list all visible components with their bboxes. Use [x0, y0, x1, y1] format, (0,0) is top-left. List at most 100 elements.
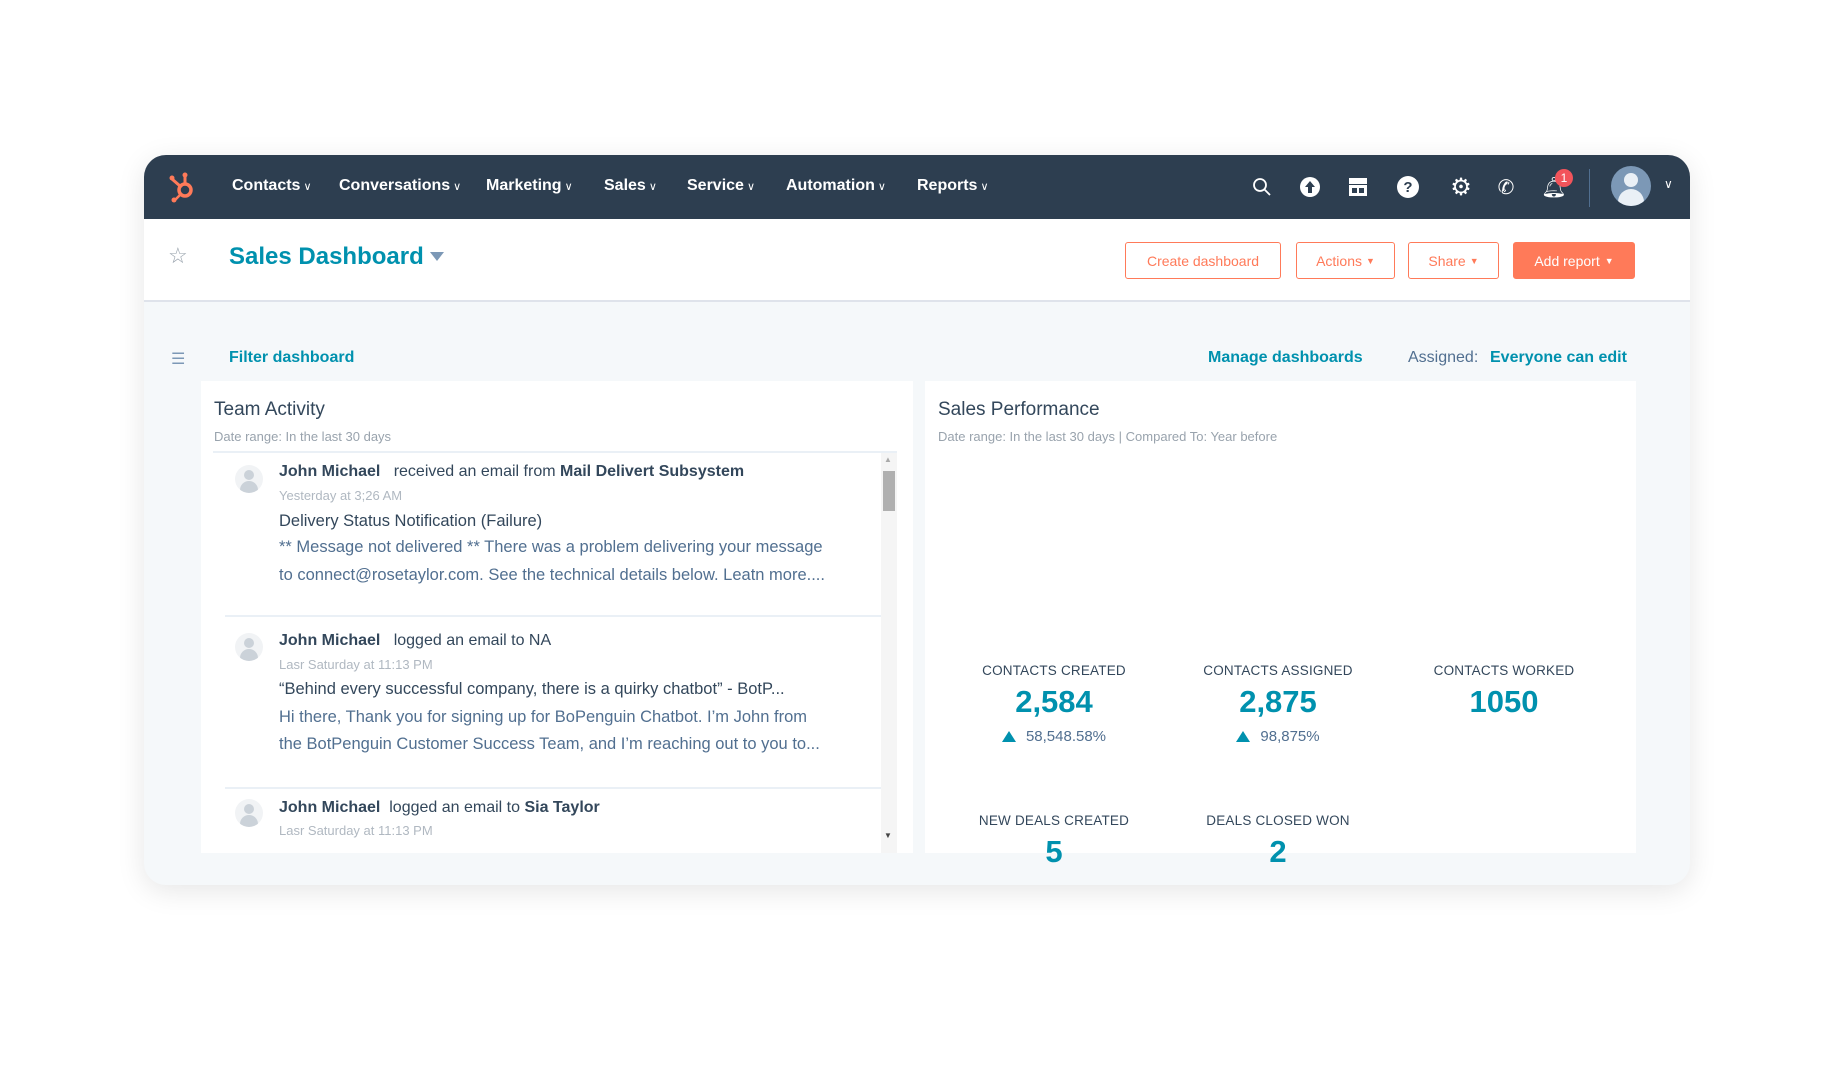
metric-change: 98,875%: [1168, 728, 1388, 745]
scrollbar[interactable]: ▲ ▼: [881, 453, 897, 853]
avatar[interactable]: [1611, 166, 1651, 206]
action-text: logged an email to: [389, 799, 521, 816]
metric-change-value: 58,548.58%: [1025, 728, 1107, 745]
avatar: [235, 633, 263, 661]
metric-value: 5: [1045, 834, 1063, 869]
metric-deals-closed-won[interactable]: DEALS CLOSED WON 2: [1168, 813, 1388, 870]
nav-conversations[interactable]: Conversations ∨: [339, 177, 461, 195]
avatar: [235, 799, 263, 827]
scroll-down-icon[interactable]: ▼: [884, 831, 892, 840]
trend-up-icon: [1001, 731, 1016, 742]
metric-change: 58,548.58%: [944, 728, 1164, 745]
actions-label: Actions: [1316, 252, 1362, 269]
actor-name[interactable]: John Michael: [279, 799, 380, 816]
date-range: Date range: In the last 30 days: [214, 429, 392, 444]
notifications-icon[interactable]: 🔔︎ 1: [1540, 169, 1573, 201]
chevron-down-icon: ∨: [877, 181, 886, 193]
metric-label: CONTACTS ASSIGNED: [1203, 663, 1353, 678]
email-body: the BotPenguin Customer Success Team, an…: [279, 735, 820, 753]
date-range: Date range: In the last 30 days | Compar…: [938, 429, 1278, 444]
actor-name[interactable]: John Michael: [279, 632, 380, 649]
timestamp: Lasr Saturday at 11:13 PM: [279, 657, 433, 672]
svg-text:?: ?: [1403, 179, 1412, 196]
sales-performance-card: Sales Performance Date range: In the las…: [925, 381, 1636, 869]
nav-divider: [1589, 169, 1590, 207]
nav-label: Automation: [786, 177, 875, 194]
caret-down-icon: ▼: [1604, 255, 1614, 266]
nav-contacts[interactable]: Contacts ∨: [232, 177, 312, 195]
target-name[interactable]: Sia Taylor: [524, 799, 599, 816]
action-text: received an email from: [393, 463, 556, 480]
top-nav: Contacts ∨ Conversations ∨ Marketing ∨ Sale…: [144, 155, 1690, 219]
filter-dashboard-link[interactable]: Filter dashboard: [229, 349, 354, 367]
nav-label: Reports: [917, 177, 978, 194]
upgrade-icon[interactable]: [1296, 173, 1324, 201]
favorite-star-icon[interactable]: ☆: [168, 243, 188, 269]
account-chevron-down-icon[interactable]: ∨: [1664, 177, 1673, 191]
notification-badge: 1: [1555, 169, 1573, 187]
scroll-up-icon[interactable]: ▲: [884, 455, 892, 464]
chevron-down-icon: ∨: [980, 181, 989, 193]
email-subject[interactable]: Delivery Status Notification (Failure): [279, 512, 542, 531]
search-icon[interactable]: [1248, 173, 1276, 201]
chevron-down-icon: ∨: [453, 181, 462, 193]
card-title: Sales Performance: [938, 399, 1100, 420]
manage-dashboards-link[interactable]: Manage dashboards: [1208, 349, 1363, 367]
assigned-label: Assigned:: [1408, 349, 1479, 366]
actions-button[interactable]: Actions ▼: [1296, 242, 1395, 279]
dashboard-dropdown-icon[interactable]: [430, 252, 444, 261]
email-body: Hi there, Thank you for signing up for B…: [279, 708, 807, 726]
metric-value: 2,584: [1015, 684, 1093, 719]
share-button[interactable]: Share ▼: [1408, 242, 1499, 279]
metric-change-value: 98,875%: [1260, 728, 1320, 745]
trend-up-icon: [1236, 731, 1251, 742]
add-report-label: Add report: [1534, 252, 1600, 269]
filter-icon[interactable]: ☰: [171, 349, 185, 369]
nav-service[interactable]: Service ∨: [687, 177, 755, 195]
card-title: Team Activity: [214, 399, 325, 420]
nav-sales[interactable]: Sales ∨: [604, 177, 657, 195]
help-icon[interactable]: ?: [1394, 173, 1422, 201]
divider: [225, 615, 895, 617]
add-report-button[interactable]: Add report ▼: [1513, 242, 1635, 279]
team-activity-card: Team Activity Date range: In the last 30…: [201, 381, 913, 853]
chevron-down-icon: ∨: [648, 181, 657, 193]
actor-name[interactable]: John Michael: [279, 463, 380, 480]
timestamp: Yesterday at 3;26 AM: [279, 488, 403, 503]
metric-contacts-worked[interactable]: CONTACTS WORKED 1050: [1394, 663, 1614, 720]
dashboard-header: ☆ Sales Dashboard Create dashboard Actio…: [144, 219, 1690, 302]
action-text: logged an email to NA: [393, 632, 552, 649]
email-body: ** Message not delivered ** There was a …: [279, 538, 823, 556]
marketplace-icon[interactable]: [1344, 173, 1372, 201]
nav-label: Conversations: [339, 177, 451, 194]
share-label: Share: [1428, 252, 1466, 269]
nav-automation[interactable]: Automation ∨: [786, 177, 886, 195]
email-subject[interactable]: “Behind every successful company, there …: [279, 680, 785, 699]
caret-down-icon: ▼: [1366, 255, 1375, 266]
email-body: to connect@rosetaylor.com. See the techn…: [279, 566, 825, 584]
chevron-down-icon: ∨: [564, 181, 573, 193]
nav-marketing[interactable]: Marketing ∨: [486, 177, 573, 195]
settings-icon[interactable]: ⚙: [1447, 173, 1475, 201]
hubspot-logo[interactable]: [168, 171, 198, 208]
nav-reports[interactable]: Reports ∨: [917, 177, 989, 195]
page-title: Sales Dashboard: [229, 243, 424, 270]
divider: [225, 787, 895, 789]
app-window: Contacts ∨ Conversations ∨ Marketing ∨ Sale…: [144, 155, 1690, 885]
avatar: [235, 465, 263, 493]
timestamp: Lasr Saturday at 11:13 PM: [279, 823, 433, 838]
nav-label: Sales: [604, 177, 646, 194]
metric-contacts-created[interactable]: CONTACTS CREATED 2,584 58,548.58%: [944, 663, 1164, 745]
activity-list: John Michael received an email from Mail…: [213, 451, 897, 851]
assigned-value-link[interactable]: Everyone can edit: [1490, 349, 1627, 367]
metric-contacts-assigned[interactable]: CONTACTS ASSIGNED 2,875 98,875%: [1168, 663, 1388, 745]
nav-label: Service: [687, 177, 744, 194]
metric-label: NEW DEALS CREATED: [978, 813, 1130, 828]
scrollbar-thumb[interactable]: [883, 471, 895, 511]
metric-label: CONTACTS WORKED: [1433, 663, 1575, 678]
nav-label: Marketing: [486, 177, 562, 194]
target-name[interactable]: Mail Delivert Subsystem: [560, 463, 744, 480]
create-dashboard-button[interactable]: Create dashboard: [1125, 242, 1281, 279]
calling-icon[interactable]: ✆: [1492, 173, 1520, 201]
metric-new-deals-created[interactable]: NEW DEALS CREATED 5: [944, 813, 1164, 870]
